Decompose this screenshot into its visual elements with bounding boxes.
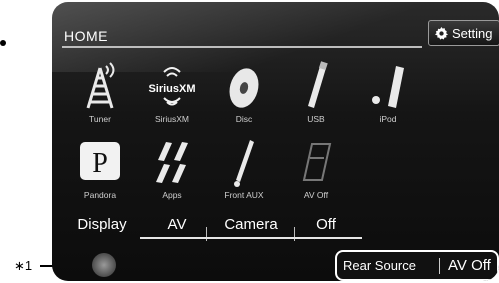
pandora-icon: P — [80, 142, 120, 180]
home-screen: HOME Setting Tuner SiriusXM SiriusXM Dis… — [52, 2, 499, 281]
siriusxm-logo-text: SiriusXM — [148, 83, 195, 95]
apps-icon — [156, 142, 188, 183]
bar-divider — [439, 257, 440, 274]
gear-icon — [434, 26, 449, 40]
av-off-button[interactable]: AV Off — [448, 257, 491, 274]
tile-label: iPod — [379, 114, 397, 124]
siriusxm-icon: SiriusXM — [148, 67, 196, 106]
tab-underline — [140, 237, 362, 239]
aux-icon — [234, 140, 254, 187]
usb-icon — [308, 61, 328, 108]
rear-source-button[interactable]: Rear Source — [337, 258, 431, 273]
tile-label: Pandora — [83, 190, 117, 200]
disc-icon — [229, 68, 259, 108]
tile-pandora[interactable]: P Pandora — [64, 130, 136, 210]
tab-display[interactable]: Display — [72, 209, 132, 239]
tile-label: SiriusXM — [154, 114, 189, 124]
callout-label: ∗1 — [14, 258, 33, 273]
pointer-dot — [0, 40, 6, 46]
tab-av[interactable]: AV — [156, 209, 198, 239]
tab-off[interactable]: Off — [302, 209, 350, 239]
tile-disc[interactable]: Disc — [208, 54, 280, 134]
tile-label: USB — [307, 114, 325, 124]
title-underline — [62, 46, 422, 48]
tile-siriusxm[interactable]: SiriusXM SiriusXM — [136, 54, 208, 134]
tower-icon — [86, 62, 115, 109]
tab-camera[interactable]: Camera — [214, 209, 288, 239]
tile-label: AV Off — [303, 190, 329, 200]
home-dial-icon[interactable] — [92, 253, 116, 277]
tile-apps[interactable]: Apps — [136, 130, 208, 210]
tile-label: Apps — [162, 190, 182, 200]
page-title: HOME — [64, 28, 108, 44]
tile-av-off[interactable]: AV Off — [280, 130, 352, 210]
rear-source-bar: Rear Source AV Off — [335, 250, 499, 281]
tile-label: Tuner — [89, 114, 111, 124]
setting-label: Setting — [452, 25, 493, 41]
setting-button[interactable]: Setting — [428, 20, 499, 46]
tile-ipod[interactable]: iPod — [352, 54, 424, 134]
tile-label: Front AUX — [224, 190, 264, 200]
ipod-icon — [372, 66, 404, 108]
tile-usb[interactable]: USB — [280, 54, 352, 134]
tile-tuner[interactable]: Tuner — [64, 54, 136, 134]
tile-front-aux[interactable]: Front AUX — [208, 130, 280, 210]
tab-row: Display AV Camera Off — [64, 209, 464, 241]
avoff-icon — [302, 143, 332, 181]
svg-text:P: P — [92, 148, 108, 179]
tile-label: Disc — [235, 114, 253, 124]
